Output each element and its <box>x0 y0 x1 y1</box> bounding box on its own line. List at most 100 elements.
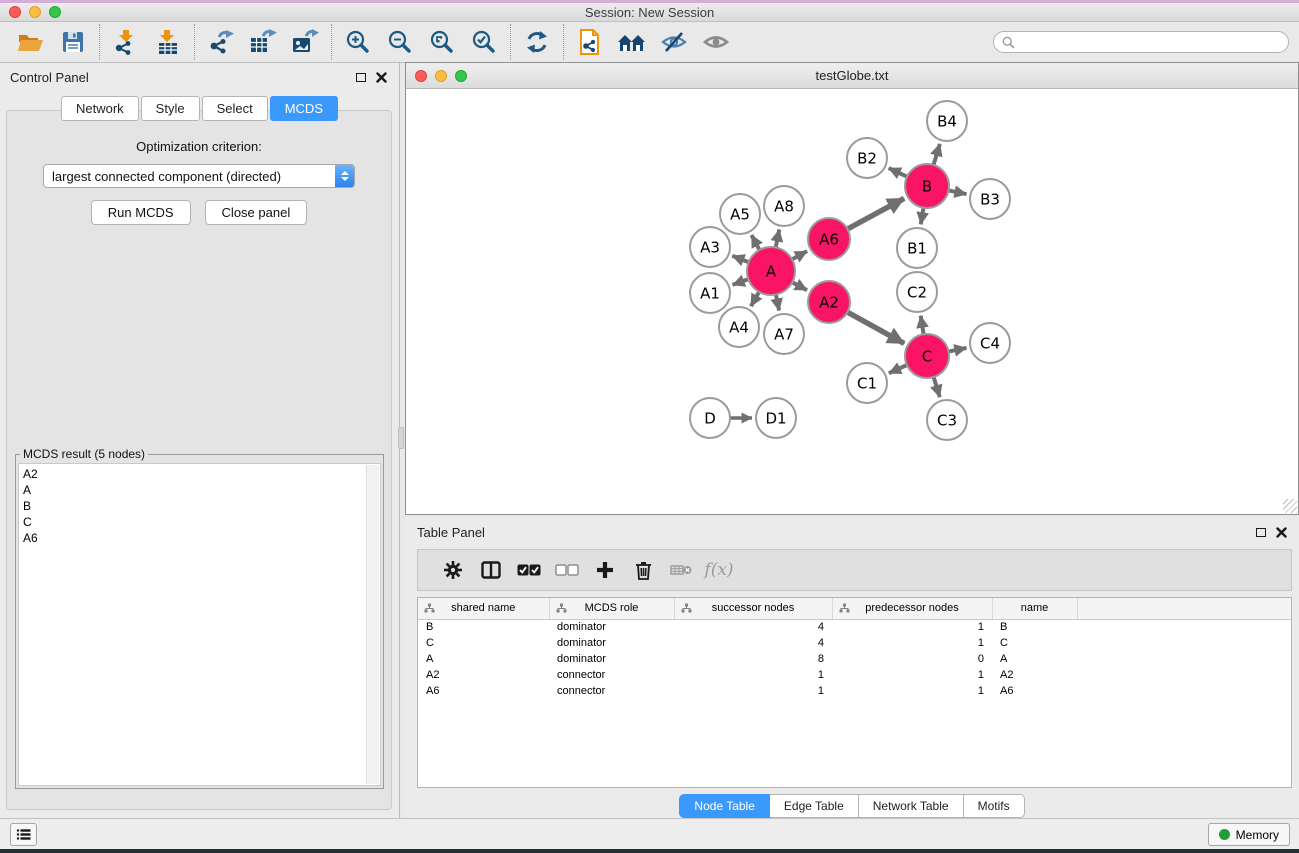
show-graphics-details-button[interactable] <box>695 24 737 60</box>
table-cell: 1 <box>674 683 832 699</box>
zoom-selected-button[interactable] <box>463 24 505 60</box>
tab-edge-table[interactable]: Edge Table <box>770 794 859 818</box>
result-item[interactable]: C <box>23 514 380 530</box>
table-type-tabs: Node Table Edge Table Network Table Moti… <box>405 794 1299 818</box>
zoom-in-button[interactable] <box>337 24 379 60</box>
memory-button[interactable]: Memory <box>1208 823 1290 846</box>
main-titlebar[interactable]: Session: New Session <box>0 3 1299 22</box>
graph-edge-B-B2[interactable] <box>889 168 907 177</box>
mcds-result-box: MCDS result (5 nodes) A2ABCA6 <box>15 447 384 789</box>
import-network-button[interactable] <box>105 24 147 60</box>
table-settings-button[interactable] <box>434 553 472 587</box>
table-header-row[interactable]: shared name MCDS role successor nodes pr… <box>418 598 1291 619</box>
tab-network[interactable]: Network <box>61 96 139 121</box>
home-button[interactable] <box>611 24 653 60</box>
open-session-button[interactable] <box>10 24 52 60</box>
table-row[interactable]: A6connector11A6 <box>418 683 1291 699</box>
run-mcds-button[interactable]: Run MCDS <box>91 200 191 225</box>
column-header-filler <box>1077 598 1291 619</box>
column-header-name[interactable]: name <box>992 598 1077 619</box>
tab-style[interactable]: Style <box>141 96 200 121</box>
search-field[interactable] <box>993 31 1289 53</box>
column-header-mcds-role[interactable]: MCDS role <box>549 598 674 619</box>
tab-node-table[interactable]: Node Table <box>679 794 770 818</box>
graph-edge-B-B1[interactable] <box>921 208 924 225</box>
network-view-window: testGlobe.txt B4B2BB3A5A8A6B1A3AA1C2A2A4… <box>405 62 1299 515</box>
search-input[interactable] <box>1020 35 1280 49</box>
shared-column-icon <box>556 603 567 613</box>
deselect-all-button[interactable] <box>548 553 586 587</box>
table-row[interactable]: A2connector11A2 <box>418 667 1291 683</box>
tab-network-table[interactable]: Network Table <box>859 794 964 818</box>
new-network-from-file-button[interactable] <box>569 24 611 60</box>
delete-column-button[interactable] <box>624 553 662 587</box>
close-table-panel-icon[interactable] <box>1276 527 1287 538</box>
graph-edge-B-B3[interactable] <box>949 190 967 194</box>
column-header-shared-name[interactable]: shared name <box>418 598 549 619</box>
toolbar-separator <box>510 24 511 60</box>
graph-edge-A-A8[interactable] <box>776 230 780 248</box>
network-canvas[interactable]: B4B2BB3A5A8A6B1A3AA1C2A2A4A7C4CC1C3DD1 <box>406 89 1298 514</box>
mcds-result-list[interactable]: A2ABCA6 <box>18 463 381 786</box>
hide-graphics-details-button[interactable] <box>653 24 695 60</box>
close-panel-button[interactable]: Close panel <box>205 200 308 225</box>
result-list-scrollbar[interactable] <box>366 465 379 784</box>
graph-edge-A-A5[interactable] <box>752 235 760 250</box>
graph-edge-C-C2[interactable] <box>921 316 924 335</box>
graph-edge-A2-C[interactable] <box>847 312 904 343</box>
graph-node-label: B2 <box>857 149 877 167</box>
tab-motifs[interactable]: Motifs <box>964 794 1025 818</box>
export-table-button[interactable] <box>242 24 284 60</box>
network-window-titlebar[interactable]: testGlobe.txt <box>406 63 1298 89</box>
export-image-button[interactable] <box>284 24 326 60</box>
network-graph[interactable]: B4B2BB3A5A8A6B1A3AA1C2A2A4A7C4CC1C3DD1 <box>406 89 1298 514</box>
graph-edge-A-A6[interactable] <box>792 251 807 259</box>
tab-select[interactable]: Select <box>202 96 268 121</box>
delete-table-button[interactable] <box>662 553 700 587</box>
table-panel: Table Panel <box>405 519 1299 818</box>
float-table-panel-icon[interactable] <box>1256 528 1266 537</box>
result-item[interactable]: A <box>23 482 380 498</box>
task-history-button[interactable] <box>10 823 37 846</box>
zoom-fit-icon <box>429 29 455 55</box>
select-all-button[interactable] <box>510 553 548 587</box>
toggle-column-view-button[interactable] <box>472 553 510 587</box>
graph-node-label: B <box>922 177 932 195</box>
tab-mcds[interactable]: MCDS <box>270 96 338 121</box>
float-panel-icon[interactable] <box>356 73 366 82</box>
table-row[interactable]: Cdominator41C <box>418 635 1291 651</box>
graph-edge-A-A7[interactable] <box>776 295 779 311</box>
graph-edge-A-A3[interactable] <box>732 256 748 262</box>
graph-edge-A-A1[interactable] <box>733 279 749 285</box>
graph-node-label: D1 <box>765 409 786 427</box>
result-item[interactable]: A2 <box>23 466 380 482</box>
graph-edge-B-B4[interactable] <box>934 144 940 165</box>
column-header-successor-nodes[interactable]: successor nodes <box>674 598 832 619</box>
export-network-button[interactable] <box>200 24 242 60</box>
column-header-predecessor-nodes[interactable]: predecessor nodes <box>832 598 992 619</box>
zoom-out-button[interactable] <box>379 24 421 60</box>
refresh-button[interactable] <box>516 24 558 60</box>
optimization-criterion-select[interactable]: largest connected component (directed) <box>43 164 355 188</box>
graph-edge-A-A4[interactable] <box>751 292 759 306</box>
graph-edge-C-C3[interactable] <box>934 377 940 397</box>
graph-node-label: A <box>766 262 777 280</box>
graph-edge-C-C4[interactable] <box>949 348 967 352</box>
panel-splitter-handle[interactable] <box>398 427 404 449</box>
graph-edge-A-A2[interactable] <box>792 282 807 290</box>
graph-edge-A6-B[interactable] <box>848 198 905 229</box>
save-session-button[interactable] <box>52 24 94 60</box>
window-resize-grip[interactable] <box>1283 499 1297 513</box>
graph-edge-C-C1[interactable] <box>889 365 907 373</box>
function-builder-button[interactable]: f(x) <box>700 553 738 587</box>
table-row[interactable]: Adominator80A <box>418 651 1291 667</box>
table-cell: A6 <box>418 683 549 699</box>
add-column-button[interactable] <box>586 553 624 587</box>
zoom-fit-button[interactable] <box>421 24 463 60</box>
table-row[interactable]: Bdominator41B <box>418 619 1291 635</box>
close-panel-icon[interactable] <box>376 72 387 83</box>
result-item[interactable]: B <box>23 498 380 514</box>
node-table[interactable]: shared name MCDS role successor nodes pr… <box>417 597 1292 788</box>
result-item[interactable]: A6 <box>23 530 380 546</box>
import-table-button[interactable] <box>147 24 189 60</box>
